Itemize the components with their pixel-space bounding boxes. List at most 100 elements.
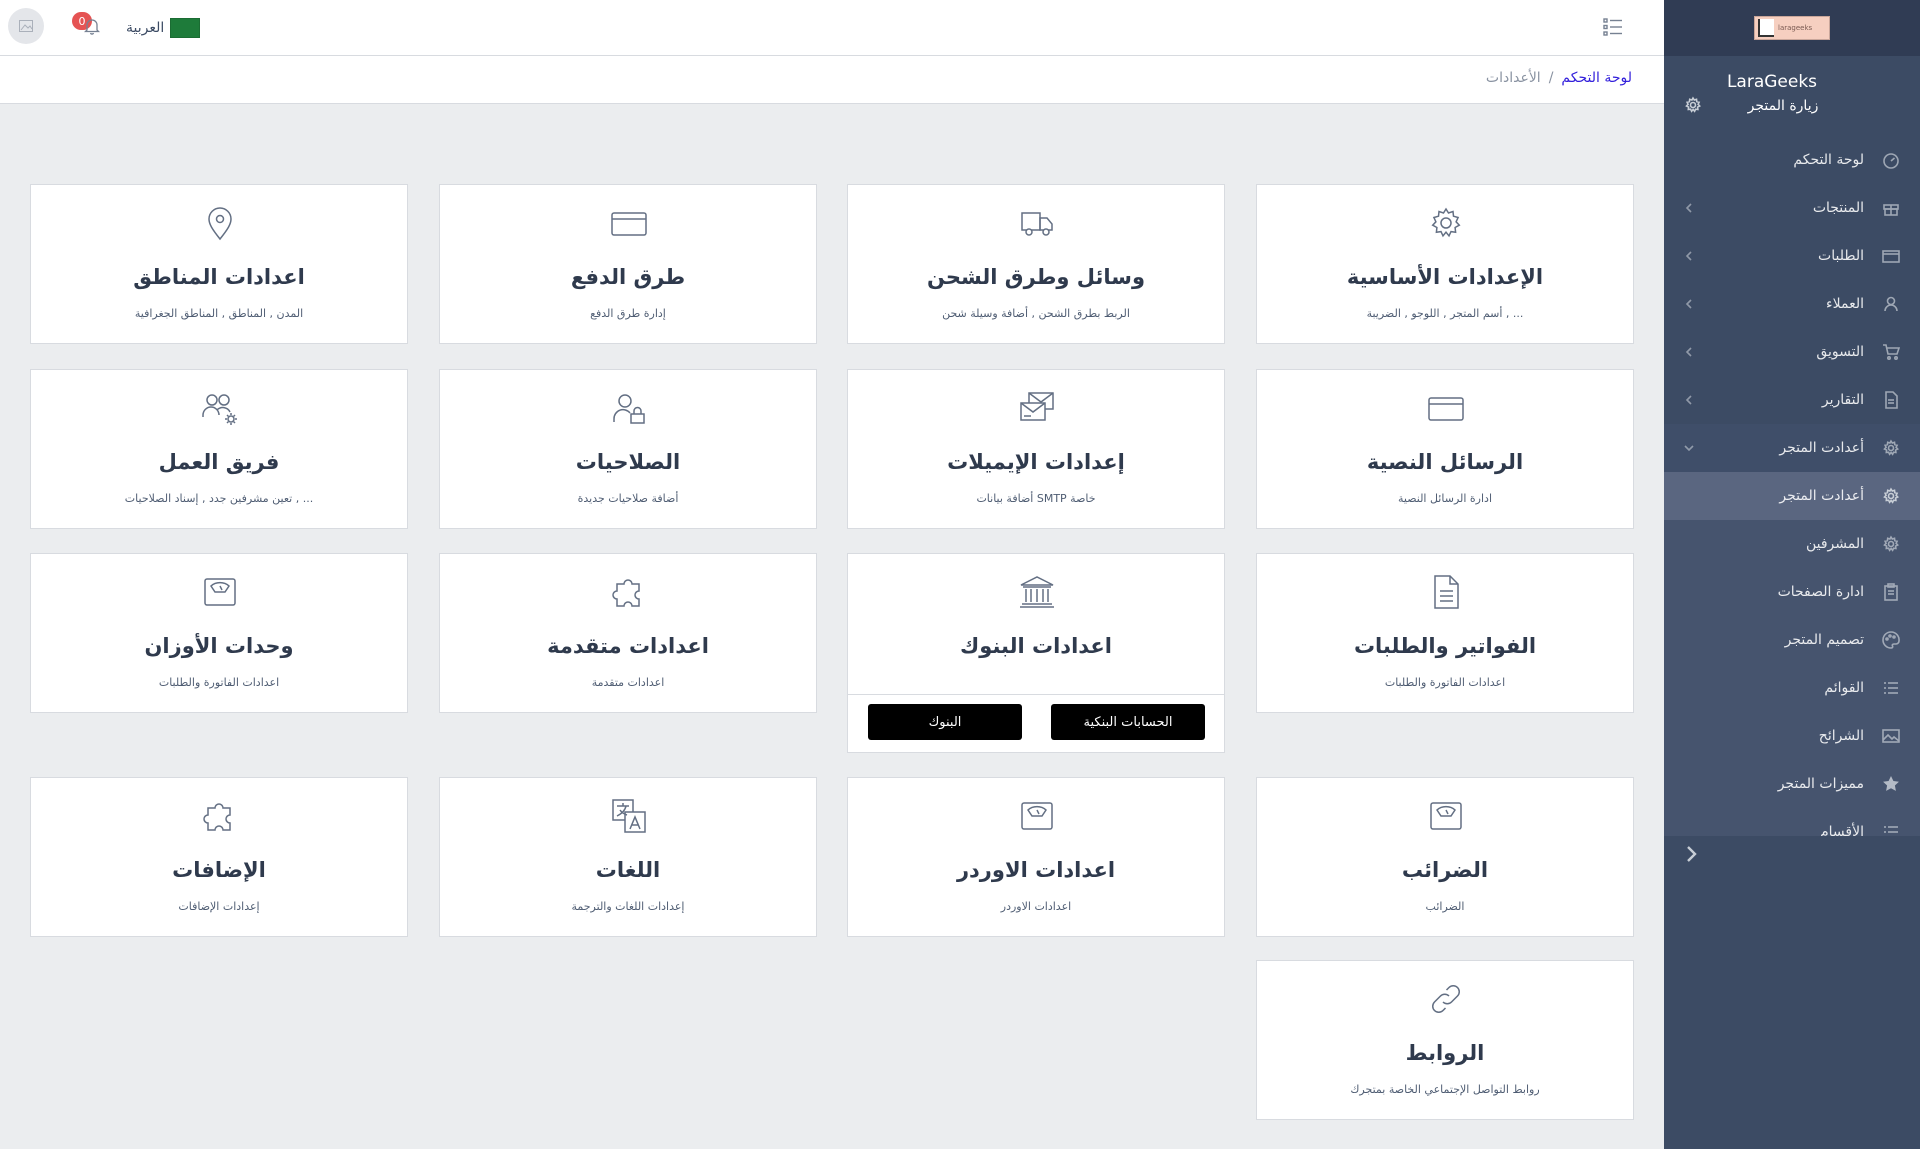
breadcrumb-current: الأعدادات bbox=[1485, 70, 1541, 86]
settings-card-advanced[interactable]: اعدادات متقدمة اعدادات متقدمة bbox=[439, 553, 817, 713]
breadcrumb-home-link[interactable]: لوحة التحكم bbox=[1561, 70, 1632, 86]
scale-icon bbox=[1021, 802, 1053, 830]
chevron-left-icon bbox=[1685, 347, 1692, 357]
sidebar-subitem-sliders[interactable]: الشرائح bbox=[1664, 712, 1920, 760]
card-description: أسم المتجر , اللوجو , الضريبة , ... bbox=[1366, 307, 1524, 320]
gear-icon bbox=[1883, 439, 1900, 456]
gear-icon bbox=[1883, 487, 1900, 504]
sidebar-item-customers[interactable]: العملاء bbox=[1664, 280, 1920, 328]
card-title: إعدادات الإيميلات bbox=[947, 450, 1125, 474]
sidebar-item-dashboard[interactable]: لوحة التحكم bbox=[1664, 136, 1920, 184]
sidebar-item-label: الشرائح bbox=[1818, 728, 1864, 744]
settings-card-orders[interactable]: اعدادات الاوردر اعدادات الاوردر bbox=[847, 777, 1225, 937]
visit-store-link[interactable]: زيارة المتجر bbox=[1708, 98, 1858, 114]
language-switcher[interactable]: العربية bbox=[126, 18, 201, 38]
sidebar-item-marketing[interactable]: التسويق bbox=[1664, 328, 1920, 376]
settings-card-invoices[interactable]: الفواتير والطلبات اعدادات الفاتورة والطل… bbox=[1256, 553, 1634, 713]
settings-card-basic[interactable]: الإعدادات الأساسية أسم المتجر , اللوجو ,… bbox=[1256, 184, 1634, 344]
credit-card-icon bbox=[611, 212, 647, 236]
card-description: الربط بطرق الشحن , أضافة وسيلة شحن bbox=[942, 307, 1130, 320]
truck-icon bbox=[1021, 212, 1053, 236]
user-lock-icon bbox=[613, 394, 645, 424]
puzzle-icon bbox=[203, 803, 231, 831]
sidebar-item-orders[interactable]: الطلبات bbox=[1664, 232, 1920, 280]
sidebar-item-products[interactable]: المنتجات bbox=[1664, 184, 1920, 232]
gear-icon[interactable] bbox=[1684, 96, 1702, 114]
sidebar-subitem-store-settings[interactable]: أعدادت المتجر bbox=[1664, 472, 1920, 520]
card-description: ادارة الرسائل النصية bbox=[1398, 492, 1492, 505]
scale-icon bbox=[1430, 802, 1462, 830]
card-description: أضافة بيانات SMTP خاصة bbox=[976, 492, 1096, 505]
settings-card-team[interactable]: فريق العمل تعين مشرفين جدد , إسناد الصلا… bbox=[30, 369, 408, 529]
settings-card-emails[interactable]: إعدادات الإيميلات أضافة بيانات SMTP خاصة bbox=[847, 369, 1225, 529]
sidebar-subitem-menus[interactable]: القوائم bbox=[1664, 664, 1920, 712]
user-avatar[interactable] bbox=[8, 8, 44, 44]
card-title: اللغات bbox=[595, 858, 661, 882]
settings-card-weights[interactable]: وحدات الأوزان اعدادات الفاتورة والطلبات bbox=[30, 553, 408, 713]
settings-card-payments[interactable]: طرق الدفع إدارة طرق الدفع bbox=[439, 184, 817, 344]
bank-accounts-button[interactable]: الحسابات البنكية bbox=[1051, 704, 1205, 740]
cart-icon bbox=[1883, 344, 1900, 361]
sidebar-subitem-admins[interactable]: المشرفين bbox=[1664, 520, 1920, 568]
image-icon bbox=[19, 20, 33, 32]
settings-card-banks: اعدادات البنوك الحسابات البنكية البنوك bbox=[847, 553, 1225, 753]
sidebar-item-label: التقارير bbox=[1821, 392, 1864, 408]
sidebar-item-label: مميزات المتجر bbox=[1777, 776, 1864, 792]
bank-icon bbox=[1020, 576, 1054, 608]
sidebar-item-label: المشرفين bbox=[1805, 536, 1864, 552]
chevron-left-icon bbox=[1685, 299, 1692, 309]
sidebar-subitem-store-design[interactable]: تصميم المتجر bbox=[1664, 616, 1920, 664]
sidebar-item-label: لوحة التحكم bbox=[1793, 152, 1864, 168]
speedometer-icon bbox=[1883, 153, 1899, 169]
credit-card-icon bbox=[1428, 397, 1464, 421]
chevron-right-icon[interactable] bbox=[1682, 842, 1702, 866]
user-icon bbox=[1884, 296, 1898, 312]
saudi-flag-icon bbox=[170, 18, 201, 38]
card-title: الإضافات bbox=[172, 858, 266, 882]
star-icon bbox=[1883, 776, 1899, 791]
settings-card-links[interactable]: الروابط روابط التواصل الإجتماعي الخاصة ب… bbox=[1256, 960, 1634, 1120]
sidebar-item-label: المنتجات bbox=[1812, 200, 1864, 216]
sidebar-item-store-settings[interactable]: أعدادت المتجر bbox=[1664, 424, 1920, 472]
clipboard-icon bbox=[1884, 583, 1898, 601]
settings-card-sms[interactable]: الرسائل النصية ادارة الرسائل النصية bbox=[1256, 369, 1634, 529]
card-title: اعدادات البنوك bbox=[960, 634, 1112, 658]
sidebar-subitem-store-features[interactable]: مميزات المتجر bbox=[1664, 760, 1920, 808]
chevron-down-icon bbox=[1684, 445, 1694, 452]
list-icon bbox=[1884, 826, 1898, 833]
sidebar-toggle-icon[interactable] bbox=[1602, 16, 1624, 38]
image-icon bbox=[1882, 729, 1900, 743]
settings-card-regions[interactable]: اعدادات المناطق المدن , المناطق , المناط… bbox=[30, 184, 408, 344]
card-description: أضافة صلاحيات جديدة bbox=[577, 492, 679, 505]
sidebar-nav: لوحة التحكم المنتجات الطلبات العملاء الت… bbox=[1664, 136, 1920, 836]
sidebar-subitem-pages[interactable]: ادارة الصفحات bbox=[1664, 568, 1920, 616]
sidebar-item-label: التسويق bbox=[1816, 344, 1864, 360]
store-logo: larageeks bbox=[1754, 16, 1830, 40]
settings-card-permissions[interactable]: الصلاحيات أضافة صلاحيات جديدة bbox=[439, 369, 817, 529]
gear-icon bbox=[1883, 535, 1900, 552]
settings-card-taxes[interactable]: الضرائب الضرائب bbox=[1256, 777, 1634, 937]
gift-icon bbox=[1883, 204, 1899, 216]
settings-card-addons[interactable]: الإضافات إعدادات الإضافات bbox=[30, 777, 408, 937]
card-title: الفواتير والطلبات bbox=[1353, 634, 1537, 658]
card-title: وحدات الأوزان bbox=[144, 634, 294, 658]
sidebar-subitem-categories[interactable]: الأقسام bbox=[1664, 808, 1920, 836]
team-gear-icon bbox=[202, 394, 237, 425]
card-title: اعدادات الاوردر bbox=[956, 858, 1116, 882]
sidebar-item-reports[interactable]: التقارير bbox=[1664, 376, 1920, 424]
card-description: روابط التواصل الإجتماعي الخاصة بمتجرك bbox=[1350, 1083, 1540, 1096]
card-title: الرسائل النصية bbox=[1366, 450, 1524, 474]
gear-icon bbox=[1431, 207, 1461, 238]
banks-button[interactable]: البنوك bbox=[868, 704, 1022, 740]
sidebar-item-label: ادارة الصفحات bbox=[1777, 584, 1864, 600]
sidebar-brand[interactable]: larageeks bbox=[1664, 0, 1920, 56]
settings-card-languages[interactable]: اللغات إعدادات اللغات والترجمة bbox=[439, 777, 817, 937]
sidebar-item-label: الأقسام bbox=[1820, 824, 1864, 836]
sidebar-item-label: أعدادت المتجر bbox=[1779, 440, 1864, 456]
sidebar-item-label: العملاء bbox=[1826, 296, 1864, 312]
card-title: الروابط bbox=[1405, 1041, 1485, 1065]
bell-icon[interactable] bbox=[84, 17, 100, 35]
settings-card-shipping[interactable]: وسائل وطرق الشحن الربط بطرق الشحن , أضاف… bbox=[847, 184, 1225, 344]
sidebar: larageeks LaraGeeks زيارة المتجر لوحة ال… bbox=[1664, 0, 1920, 1149]
card-description: تعين مشرفين جدد , إسناد الصلاحيات , ... bbox=[124, 492, 314, 505]
